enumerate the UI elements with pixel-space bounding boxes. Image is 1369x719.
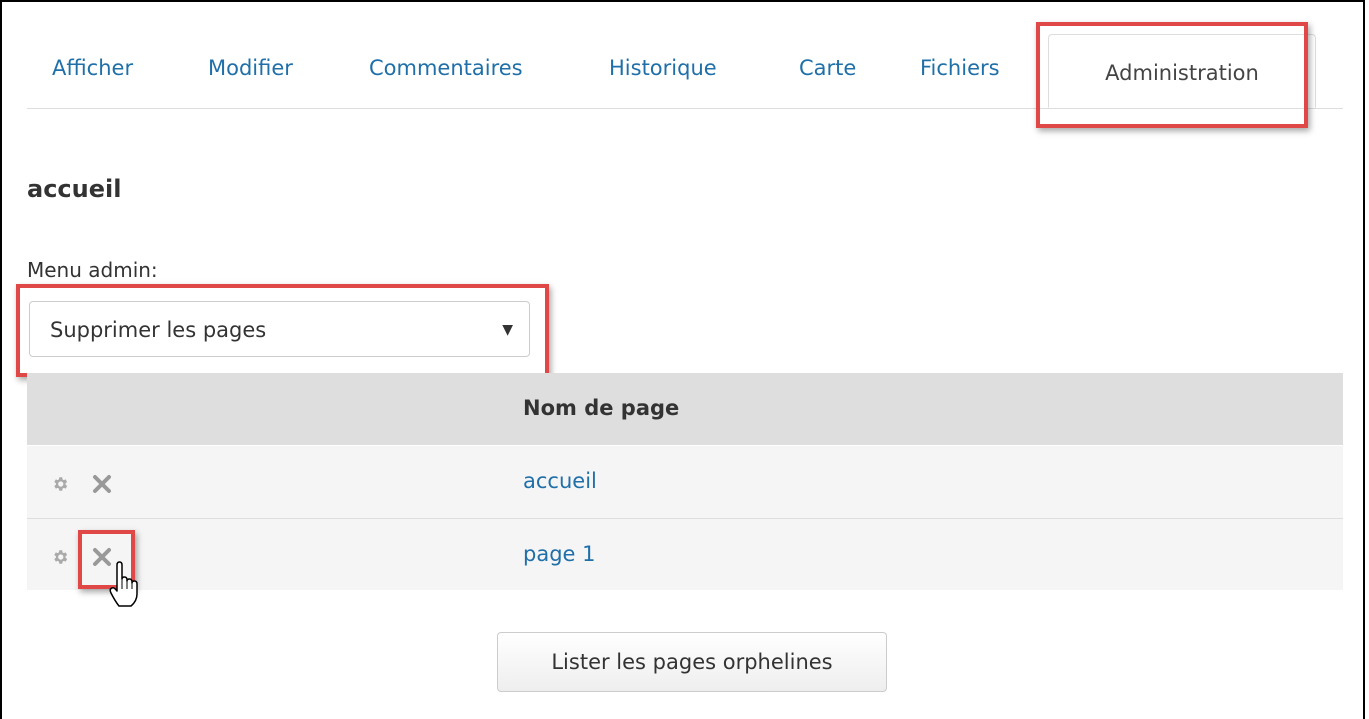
close-icon[interactable] <box>91 546 113 568</box>
column-header-nom-de-page: Nom de page <box>523 396 680 420</box>
page-title: accueil <box>27 175 122 203</box>
table-row: page 1 <box>27 519 1343 590</box>
admin-menu-select[interactable]: Supprimer les pages ▼ <box>29 301 530 357</box>
table-header: Nom de page <box>27 373 1343 445</box>
tab-administration[interactable]: Administration <box>1048 34 1316 108</box>
table-row: accueil <box>27 446 1343 519</box>
close-icon[interactable] <box>91 473 113 495</box>
admin-menu-label: Menu admin: <box>27 258 158 282</box>
tab-carte[interactable]: Carte <box>799 56 856 80</box>
gear-icon[interactable] <box>51 475 69 493</box>
tab-fichiers[interactable]: Fichiers <box>920 56 1000 80</box>
tab-bar: Afficher Modifier Commentaires Historiqu… <box>27 34 1343 109</box>
admin-menu-selected-value: Supprimer les pages <box>50 318 267 342</box>
list-orphan-pages-button[interactable]: Lister les pages orphelines <box>497 632 887 692</box>
tab-historique[interactable]: Historique <box>609 56 717 80</box>
gear-icon[interactable] <box>51 548 69 566</box>
tab-commentaires[interactable]: Commentaires <box>369 56 523 80</box>
tab-modifier[interactable]: Modifier <box>208 56 293 80</box>
tab-afficher[interactable]: Afficher <box>52 56 133 80</box>
caret-down-icon: ▼ <box>502 322 513 338</box>
page-link-accueil[interactable]: accueil <box>523 469 597 493</box>
page-link-page-1[interactable]: page 1 <box>523 542 596 566</box>
